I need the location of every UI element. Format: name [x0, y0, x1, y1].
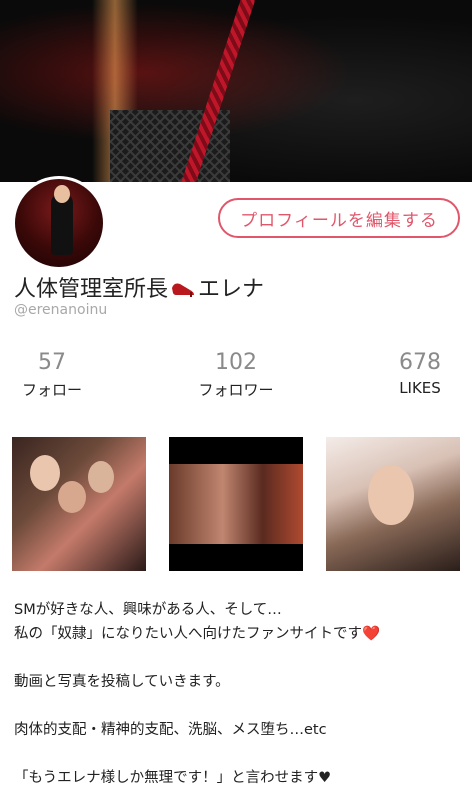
edit-profile-button[interactable]: プロフィールを編集する: [218, 198, 460, 238]
stat-followers-count: 102: [215, 350, 257, 375]
bio-line: 動画と写真を投稿していきます。: [14, 674, 230, 690]
profile-name-part2: エレナ: [198, 277, 265, 302]
avatar-head: [54, 185, 70, 203]
black-heart-icon: ♥: [318, 770, 332, 786]
media-thumbnail[interactable]: [12, 437, 146, 571]
media-thumbnail[interactable]: [169, 437, 303, 571]
bio-line: 肉体的支配・精神的支配、洗脳、メス堕ち…etc: [14, 722, 327, 738]
stat-followers[interactable]: 102 フォロワー: [176, 350, 296, 400]
profile-name-part1: 人体管理室所長: [14, 277, 169, 302]
stat-likes-count: 678: [399, 350, 441, 375]
media-thumbnail[interactable]: [326, 437, 460, 571]
bio-line: 私の「奴隷」になりたい人へ向けたファンサイトです❤️: [14, 626, 381, 642]
thumb-image: [169, 464, 303, 544]
bio-line: 「もうエレナ様しか無理です！」と言わせます♥: [14, 770, 332, 786]
profile-bio: SMが好きな人、興味がある人、そして… 私の「奴隷」になりたい人へ向けたファンサ…: [14, 598, 460, 790]
thumb-face: [368, 465, 414, 525]
bio-line: SMが好きな人、興味がある人、そして…: [14, 602, 282, 618]
stat-follow-count: 57: [38, 350, 66, 375]
profile-name: 人体管理室所長 エレナ: [14, 271, 264, 303]
stat-likes-label: LIKES: [399, 379, 441, 397]
thumb-face: [30, 455, 60, 491]
avatar[interactable]: [12, 176, 106, 270]
profile-handle: @erenanoinu: [14, 302, 108, 318]
stat-follow[interactable]: 57 フォロー: [0, 350, 112, 400]
high-heel-icon: [172, 283, 195, 297]
cover-image: [0, 0, 472, 182]
stat-follow-label: フォロー: [21, 381, 82, 399]
stat-followers-label: フォロワー: [198, 381, 274, 399]
thumb-face: [58, 481, 86, 513]
stats-bar: 57 フォロー 102 フォロワー 678 LIKES: [0, 350, 472, 410]
thumb-face: [88, 461, 114, 493]
red-heart-icon: ❤️: [362, 626, 381, 642]
stat-likes[interactable]: 678 LIKES: [360, 350, 472, 397]
